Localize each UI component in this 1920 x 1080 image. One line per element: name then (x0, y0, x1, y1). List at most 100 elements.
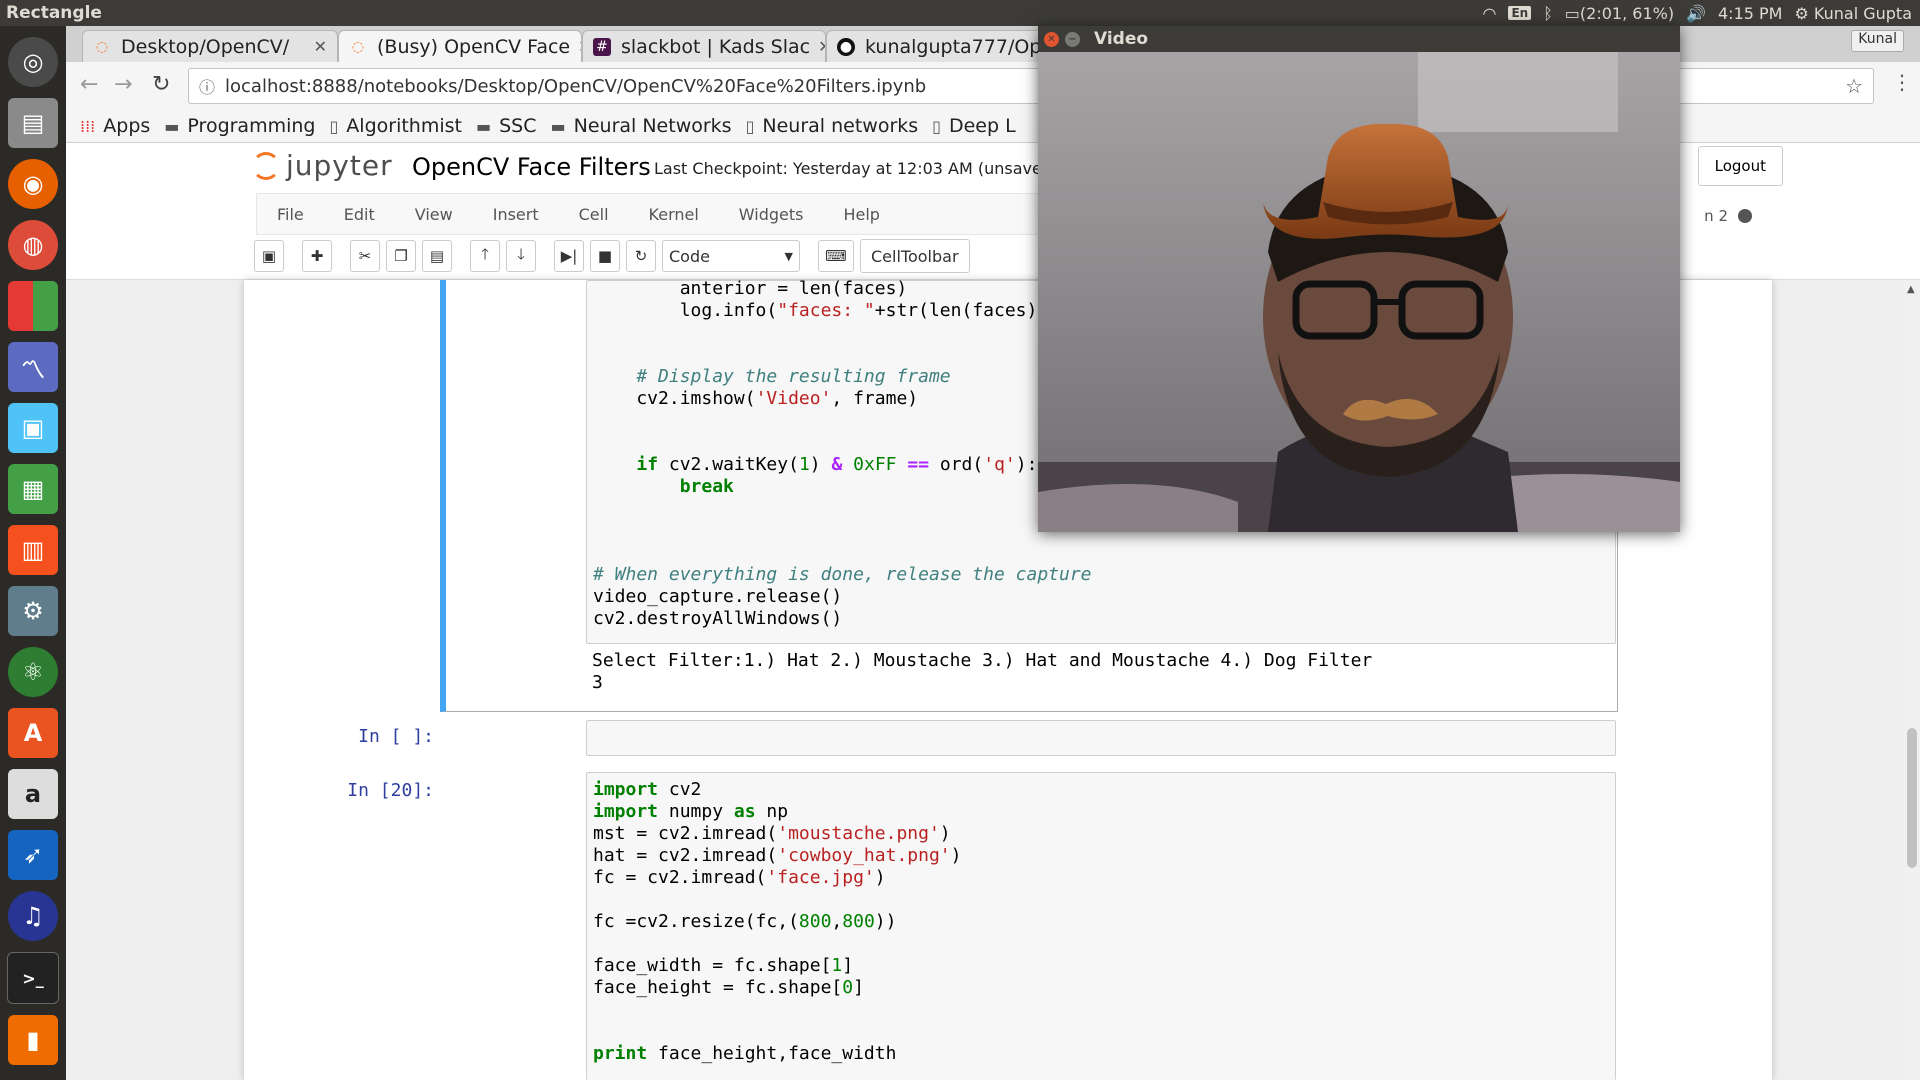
cell-type-value: Code (669, 246, 710, 266)
close-icon[interactable]: ✕ (306, 37, 327, 56)
info-icon[interactable]: ⓘ (199, 74, 215, 98)
bookmark-algorithmist[interactable]: ▯ Algorithmist (329, 115, 462, 137)
firefox-icon[interactable]: ◉ (8, 159, 58, 209)
audio-icon[interactable]: ♫ (8, 891, 58, 941)
cell-type-select[interactable]: Code ▼ (662, 240, 800, 272)
insert-cell-button[interactable]: ✚ (302, 240, 332, 272)
menu-view[interactable]: View (395, 205, 473, 224)
bookmark-neural-networks-page[interactable]: ▯ Neural networks (746, 115, 919, 137)
interrupt-button[interactable]: ■ (590, 240, 620, 272)
spreadsheet-icon[interactable]: ▦ (8, 464, 58, 514)
move-up-button[interactable]: 🡑 (470, 240, 500, 272)
presentation-icon[interactable]: ▥ (8, 525, 58, 575)
celltoolbar-button[interactable]: CellToolbar (860, 239, 970, 273)
image-viewer-icon[interactable]: ▣ (8, 403, 58, 453)
bookmark-apps[interactable]: ⁞⁞⁞ Apps (80, 115, 150, 137)
menu-cell[interactable]: Cell (559, 205, 629, 224)
jupyter-logo-text: jupyter (286, 149, 393, 182)
tab-slackbot[interactable]: # slackbot | Kads Slac ✕ (582, 30, 826, 62)
back-arrow-icon[interactable]: ← (80, 72, 98, 97)
close-icon[interactable]: ✕ (1044, 31, 1059, 47)
bookmark-label: SSC (499, 115, 537, 137)
menu-kernel[interactable]: Kernel (629, 205, 719, 224)
reload-icon[interactable]: ↻ (152, 72, 170, 97)
command-palette-button[interactable]: ⌨ (818, 240, 854, 272)
copy-button[interactable]: ❐ (386, 240, 416, 272)
close-icon[interactable]: ✕ (810, 37, 825, 56)
bookmark-deep-l[interactable]: ▯ Deep L (932, 115, 1016, 137)
page-icon: ▯ (745, 116, 755, 136)
battery-icon: ▭ (1564, 3, 1580, 23)
tab-github[interactable]: ● kunalgupta777/Op (826, 30, 1046, 62)
software-center-icon[interactable]: A (8, 708, 58, 758)
webcam-frame (1038, 52, 1680, 532)
page-icon: ▯ (932, 116, 941, 136)
jupyter-logo[interactable]: jupyter (252, 149, 393, 182)
scissors-icon: ✂ (358, 247, 372, 265)
save-icon: ▣ (261, 247, 277, 265)
video-window-titlebar[interactable]: ✕ − Video (1038, 26, 1680, 52)
close-icon[interactable]: ✕ (570, 37, 581, 56)
bookmark-label: Apps (103, 115, 151, 137)
cell-prompt: In [20]: (347, 780, 434, 801)
bookmark-star-icon[interactable]: ☆ (1845, 74, 1863, 98)
files-icon[interactable]: ▤ (8, 98, 58, 148)
logout-button[interactable]: Logout (1697, 146, 1783, 186)
slack-icon: # (593, 37, 611, 56)
notebook-name[interactable]: OpenCV Face Filters (412, 153, 651, 181)
bookmark-ssc[interactable]: ▬ SSC (476, 115, 537, 137)
restart-button[interactable]: ↻ (626, 240, 656, 272)
bookmark-label: Programming (187, 115, 316, 137)
archive-icon[interactable]: ▮ (8, 1015, 58, 1065)
bookmark-neural-networks-folder[interactable]: ▬ Neural Networks (551, 115, 732, 137)
amazon-icon[interactable]: a (8, 769, 58, 819)
bookmark-label: Algorithmist (346, 115, 462, 137)
move-down-button[interactable]: 🡓 (506, 240, 536, 272)
menu-edit[interactable]: Edit (324, 205, 395, 224)
menu-help[interactable]: Help (823, 205, 899, 224)
volume-icon[interactable]: 🔊 (1686, 4, 1706, 23)
bluetooth-icon[interactable]: ᛒ (1543, 4, 1553, 23)
gear-icon: ⚙ (1794, 3, 1809, 23)
profile-button[interactable]: Kunal (1851, 30, 1904, 52)
settings-icon[interactable]: ⚙ (8, 586, 58, 636)
bookmark-programming[interactable]: ▬ Programming (164, 115, 315, 137)
dash-home-icon[interactable]: ◎ (8, 37, 58, 87)
browser-menu-icon[interactable]: ⋮ (1892, 70, 1912, 94)
session-menu[interactable]: ⚙ Kunal Gupta (1794, 4, 1912, 23)
step-forward-icon: ▶| (560, 247, 578, 265)
forward-arrow-icon[interactable]: → (114, 72, 132, 97)
paste-button[interactable]: ▤ (422, 240, 452, 272)
tab-desktop-opencv[interactable]: ◌ Desktop/OpenCV/ ✕ (82, 30, 338, 62)
run-button[interactable]: ▶| (554, 240, 584, 272)
cell-input[interactable]: import cv2 import numpy as np mst = cv2.… (586, 772, 1616, 1080)
page-scrollbar[interactable]: ▲ (1904, 280, 1920, 1080)
cell-prompt: In [ ]: (358, 726, 434, 747)
menu-file[interactable]: File (257, 205, 324, 224)
chrome-icon[interactable]: ◍ (8, 220, 58, 270)
app-grid-icon[interactable] (8, 281, 58, 331)
video-window[interactable]: ✕ − Video (1038, 26, 1680, 532)
terminal-icon[interactable]: >_ (7, 952, 59, 1004)
menu-insert[interactable]: Insert (473, 205, 559, 224)
wifi-icon[interactable]: ◠ (1482, 4, 1496, 23)
folder-icon: ▬ (164, 116, 180, 136)
video-window-title: Video (1094, 29, 1149, 49)
menu-widgets[interactable]: Widgets (719, 205, 824, 224)
cut-button[interactable]: ✂ (350, 240, 380, 272)
atom-icon[interactable]: ⚛ (8, 647, 58, 697)
battery-indicator[interactable]: ▭(2:01, 61%) (1565, 4, 1674, 23)
keyboard-layout-indicator[interactable]: En (1508, 6, 1532, 20)
empty-cell-input[interactable] (586, 720, 1616, 756)
folder-icon: ▬ (475, 116, 492, 136)
bookmark-label: Neural networks (762, 115, 919, 137)
clock[interactable]: 4:15 PM (1718, 4, 1782, 23)
kite-icon[interactable]: ➶ (8, 830, 58, 880)
tab-busy-opencv-face[interactable]: ◌ (Busy) OpenCV Face ✕ (338, 30, 582, 62)
arrow-up-icon: 🡑 (481, 244, 489, 263)
save-button[interactable]: ▣ (254, 240, 284, 272)
scroll-up-icon[interactable]: ▲ (1907, 284, 1915, 295)
system-monitor-icon[interactable]: 〽 (8, 342, 58, 392)
minimize-icon[interactable]: − (1065, 31, 1080, 47)
scrollbar-thumb[interactable] (1907, 728, 1917, 868)
